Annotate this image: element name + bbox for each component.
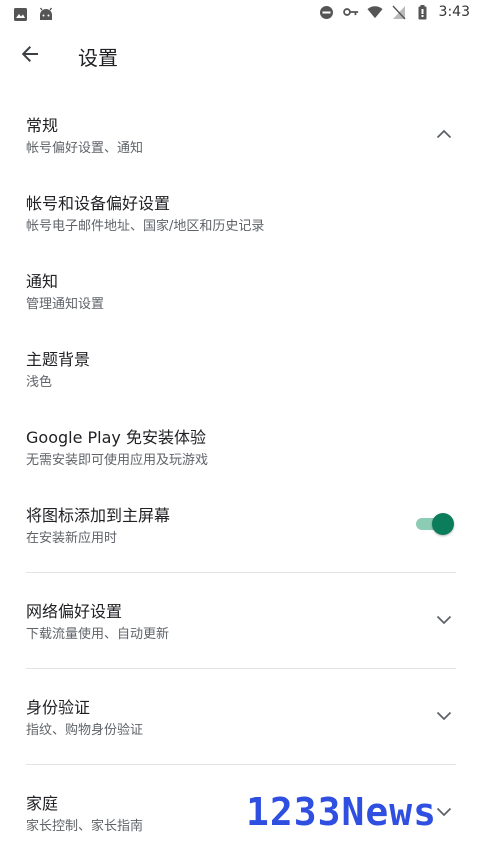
settings-item-title: 将图标添加到主屏幕 [26, 506, 171, 525]
battery-icon [415, 4, 431, 20]
image-icon [12, 6, 28, 22]
settings-item-theme[interactable]: 主题背景 浅色 [0, 338, 480, 404]
wifi-icon [367, 4, 383, 20]
settings-item-subtitle: 管理通知设置 [26, 297, 105, 312]
settings-item-title: 身份验证 [26, 698, 91, 717]
watermark-logo: 1233News [246, 790, 438, 834]
status-time: 3:43 [438, 4, 470, 20]
chevron-up-icon[interactable] [434, 124, 454, 144]
settings-item-title: Google Play 免安装体验 [26, 428, 206, 447]
settings-item-network[interactable]: 网络偏好设置 下载流量使用、自动更新 [0, 590, 480, 656]
status-right-icons: 3:43 [319, 4, 470, 20]
settings-item-title: 通知 [26, 272, 59, 291]
settings-item-account[interactable]: 帐号和设备偏好设置 帐号电子邮件地址、国家/地区和历史记录 [0, 182, 480, 248]
do-not-disturb-icon [319, 4, 335, 20]
divider [26, 572, 456, 573]
settings-item-subtitle: 家长控制、家长指南 [26, 819, 144, 834]
divider [26, 764, 456, 765]
home-icon-toggle[interactable] [416, 513, 454, 535]
settings-item-subtitle: 在安装新应用时 [26, 531, 118, 546]
settings-item-subtitle: 无需安装即可使用应用及玩游戏 [26, 453, 209, 468]
chevron-down-icon[interactable] [434, 706, 454, 726]
settings-item-authentication[interactable]: 身份验证 指纹、购物身份验证 [0, 686, 480, 752]
settings-item-subtitle: 帐号电子邮件地址、国家/地区和历史记录 [26, 219, 265, 234]
status-left-icons [12, 6, 54, 22]
arrow-left-icon [20, 44, 40, 68]
settings-item-title: 网络偏好设置 [26, 602, 123, 621]
settings-item-title: 常规 [26, 116, 59, 135]
divider [26, 668, 456, 669]
chevron-down-icon[interactable] [434, 610, 454, 630]
settings-item-subtitle: 下载流量使用、自动更新 [26, 627, 170, 642]
vpn-key-icon [342, 4, 359, 20]
settings-item-home-icon[interactable]: 将图标添加到主屏幕 在安装新应用时 [0, 494, 480, 560]
toggle-knob [432, 513, 454, 535]
back-button[interactable] [16, 42, 44, 70]
settings-item-notifications[interactable]: 通知 管理通知设置 [0, 260, 480, 326]
settings-item-general[interactable]: 常规 帐号偏好设置、通知 [0, 104, 480, 170]
settings-item-subtitle: 浅色 [26, 375, 53, 390]
page-title: 设置 [78, 46, 118, 70]
settings-item-instant[interactable]: Google Play 免安装体验 无需安装即可使用应用及玩游戏 [0, 416, 480, 482]
settings-item-subtitle: 指纹、购物身份验证 [26, 723, 144, 738]
settings-item-title: 主题背景 [26, 350, 91, 369]
status-bar: 3:43 [0, 0, 480, 30]
settings-item-title: 家庭 [26, 794, 59, 813]
app-bar: 设置 [0, 32, 480, 80]
settings-item-subtitle: 帐号偏好设置、通知 [26, 141, 144, 156]
no-sim-icon [391, 4, 407, 20]
android-icon [38, 6, 54, 22]
settings-item-title: 帐号和设备偏好设置 [26, 194, 171, 213]
